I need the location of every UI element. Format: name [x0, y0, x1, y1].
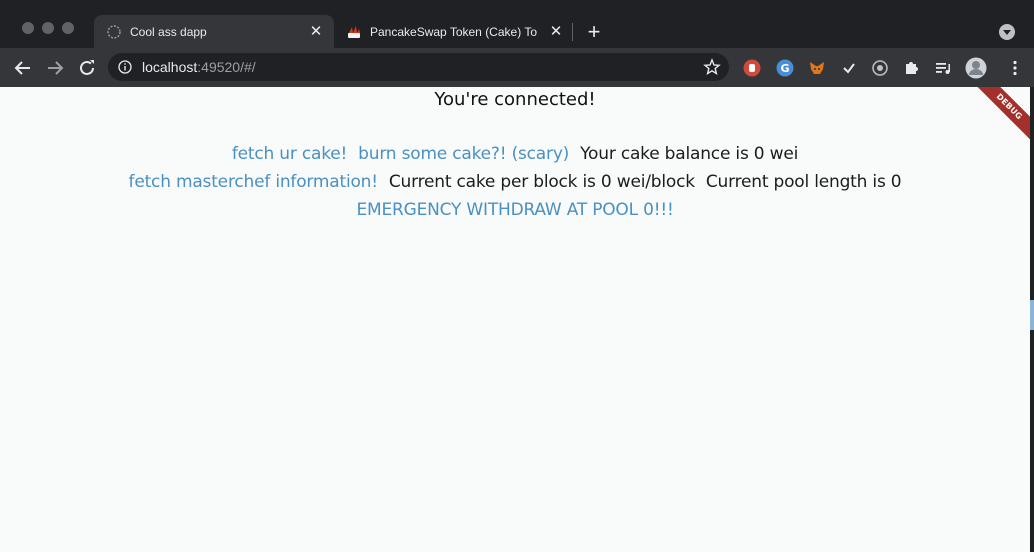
minimize-window-button[interactable]	[42, 22, 54, 34]
globe-icon	[107, 24, 121, 39]
forward-arrow-icon[interactable]	[44, 57, 66, 79]
address-bar[interactable]: localhost:49520/#/	[108, 53, 729, 81]
bookmark-star-icon[interactable]	[703, 58, 721, 76]
url-path: :49520/#/	[197, 59, 256, 75]
new-tab-button[interactable]: +	[584, 21, 604, 43]
masterchef-row: fetch masterchef information! Current ca…	[0, 172, 1030, 192]
checkmark-extension-icon[interactable]	[840, 59, 858, 77]
tab-title: PancakeSwap Token (Cake) To	[370, 24, 537, 39]
scrollbar-indicator[interactable]	[1030, 300, 1034, 330]
browser-toolbar: localhost:49520/#/ G	[0, 48, 1034, 87]
pancakeswap-favicon-icon	[348, 25, 360, 38]
cake-balance-text: Your cake balance is 0 wei	[580, 144, 799, 164]
tab-separator	[572, 23, 573, 41]
pool-length-text: Current pool length is 0	[705, 172, 902, 192]
emergency-row: EMERGENCY WITHDRAW AT POOL 0!!!	[0, 200, 1030, 220]
back-arrow-icon[interactable]	[12, 57, 34, 79]
tab-search-chevron-icon[interactable]	[999, 24, 1015, 40]
zoom-window-button[interactable]	[62, 22, 74, 34]
tab-title: Cool ass dapp	[130, 24, 207, 39]
media-controls-icon[interactable]	[934, 59, 952, 77]
reload-icon[interactable]	[76, 57, 98, 79]
url-text: localhost:49520/#/	[142, 59, 256, 75]
cake-actions-row: fetch ur cake! burn some cake?! (scary) …	[0, 144, 1030, 164]
metamask-fox-icon[interactable]	[808, 59, 826, 77]
profile-avatar-icon[interactable]	[965, 57, 987, 79]
tab-cool-ass-dapp[interactable]: Cool ass dapp ✕	[94, 15, 334, 48]
url-host: localhost	[142, 59, 198, 75]
puzzle-extensions-icon[interactable]	[902, 59, 920, 77]
page-title: You're connected!	[434, 89, 596, 110]
fetch-masterchef-button[interactable]: fetch masterchef information!	[129, 172, 379, 192]
close-tab-icon[interactable]: ✕	[548, 23, 564, 40]
emergency-withdraw-button[interactable]: EMERGENCY WITHDRAW AT POOL 0!!!	[356, 200, 673, 220]
fetch-cake-button[interactable]: fetch ur cake!	[232, 144, 347, 164]
site-info-icon[interactable]	[118, 60, 132, 74]
close-tab-icon[interactable]: ✕	[308, 23, 324, 40]
dev-tools-extension-icon[interactable]	[871, 59, 889, 77]
adblock-hand-icon[interactable]	[743, 59, 761, 77]
cake-per-block-text: Current cake per block is 0 wei/block	[388, 172, 695, 192]
grammarly-icon[interactable]: G	[776, 59, 794, 77]
close-window-button[interactable]	[22, 22, 34, 34]
more-menu-icon[interactable]	[1006, 59, 1024, 77]
tab-strip: Cool ass dapp ✕ PancakeSwap Token (Cake)…	[0, 0, 1034, 48]
page-viewport: You're connected! fetch ur cake! burn so…	[0, 87, 1030, 552]
tab-pancakeswap[interactable]: PancakeSwap Token (Cake) To ✕	[334, 15, 574, 48]
burn-cake-button[interactable]: burn some cake?! (scary)	[358, 144, 569, 164]
svg-text:G: G	[780, 62, 789, 75]
